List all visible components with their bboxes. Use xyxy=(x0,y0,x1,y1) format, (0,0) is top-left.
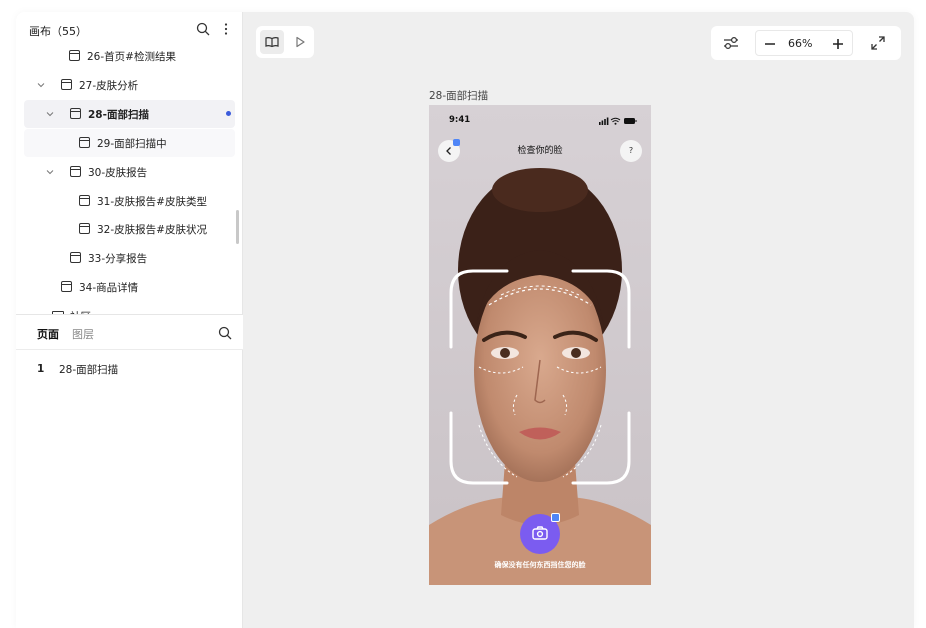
expand-icon[interactable] xyxy=(869,34,887,52)
tree-item-30[interactable]: 30-皮肤报告 xyxy=(24,158,235,186)
tree-item-28[interactable]: 28-面部扫描 xyxy=(24,100,235,128)
chevron-down-icon[interactable] xyxy=(46,168,54,176)
canvas-title: 画布（55） xyxy=(29,25,87,38)
search-icon[interactable] xyxy=(196,22,210,36)
book-button[interactable] xyxy=(260,30,284,54)
scan-hint: 确保没有任何东西挡住您的脸 xyxy=(494,561,586,569)
book-icon xyxy=(265,37,279,48)
sliders-icon[interactable] xyxy=(719,32,743,54)
tree-item-26[interactable]: 26-首页#检测结果 xyxy=(24,48,235,70)
tree-item-label: 29-面部扫描中 xyxy=(97,138,167,150)
frame-icon xyxy=(79,137,90,148)
tree-item-label: 33-分享报告 xyxy=(88,253,148,265)
tree-item-label: 30-皮肤报告 xyxy=(88,167,148,179)
chevron-down-icon[interactable] xyxy=(46,110,54,118)
zoom-in-button[interactable] xyxy=(828,34,848,54)
frame-icon xyxy=(70,252,81,263)
zoom-out-button[interactable] xyxy=(760,34,780,54)
tree-item-32[interactable]: 32-皮肤报告#皮肤状况 xyxy=(24,215,235,243)
tree-item-31[interactable]: 31-皮肤报告#皮肤类型 xyxy=(24,187,235,215)
tree-scrollbar[interactable] xyxy=(236,210,239,244)
canvas-tree: 26-首页#检测结果 27-皮肤分析 28-面部扫描 29-面部扫描中 30-皮 xyxy=(16,48,243,314)
left-sidebar: 画布（55） 26-首页#检测结果 27-皮肤分析 28-面部扫描 29-面部扫… xyxy=(16,12,243,628)
frame-icon xyxy=(70,108,81,119)
frame-icon xyxy=(61,79,72,90)
frame-icon xyxy=(79,195,90,206)
zoom-toolbar: 66% xyxy=(711,26,901,60)
tree-item-label: 26-首页#检测结果 xyxy=(87,51,176,63)
tab-pages[interactable]: 页面 xyxy=(37,326,59,342)
tree-item-label: 31-皮肤报告#皮肤类型 xyxy=(97,196,207,208)
page-number: 1 xyxy=(37,363,45,375)
sidebar-header: 画布（55） xyxy=(16,12,243,48)
selection-dot xyxy=(226,111,231,116)
tree-item-label: 27-皮肤分析 xyxy=(79,80,139,92)
tree-item-label: 28-面部扫描 xyxy=(88,109,149,121)
preview-toolbar xyxy=(256,26,314,58)
chevron-down-icon[interactable] xyxy=(37,81,45,89)
link-badge-icon xyxy=(551,513,560,522)
zoom-level[interactable]: 66% xyxy=(788,37,812,50)
artboard-face-scan[interactable]: 9:41 检查你的脸 ? 确保没有任何东西挡住您的脸 xyxy=(429,105,651,585)
zoom-control: 66% xyxy=(755,30,853,56)
tree-item-label: 34-商品详情 xyxy=(79,282,139,294)
artboard-title[interactable]: 28-面部扫描 xyxy=(429,88,488,103)
scan-frame-overlay xyxy=(449,269,631,485)
panel-tabs: 页面 图层 xyxy=(16,314,243,350)
frame-icon xyxy=(61,281,72,292)
page-list-item[interactable]: 1 28-面部扫描 xyxy=(16,359,243,381)
frame-icon xyxy=(79,223,90,234)
tab-layers[interactable]: 图层 xyxy=(72,326,94,342)
more-vertical-icon[interactable] xyxy=(220,22,232,36)
design-app: 画布（55） 26-首页#检测结果 27-皮肤分析 28-面部扫描 29-面部扫… xyxy=(16,12,914,628)
play-button[interactable] xyxy=(288,30,312,54)
frame-icon xyxy=(70,166,81,177)
page-name: 28-面部扫描 xyxy=(59,364,119,376)
tree-item-label: 32-皮肤报告#皮肤状况 xyxy=(97,224,207,236)
tree-item-27[interactable]: 27-皮肤分析 xyxy=(24,71,235,99)
play-icon xyxy=(296,36,305,48)
tree-item-33[interactable]: 33-分享报告 xyxy=(24,244,235,272)
tree-item-29[interactable]: 29-面部扫描中 xyxy=(24,129,235,157)
tree-item-community[interactable]: 社区 xyxy=(24,302,235,314)
search-icon[interactable] xyxy=(218,326,232,340)
frame-icon xyxy=(69,50,80,61)
tree-item-34[interactable]: 34-商品详情 xyxy=(24,273,235,301)
